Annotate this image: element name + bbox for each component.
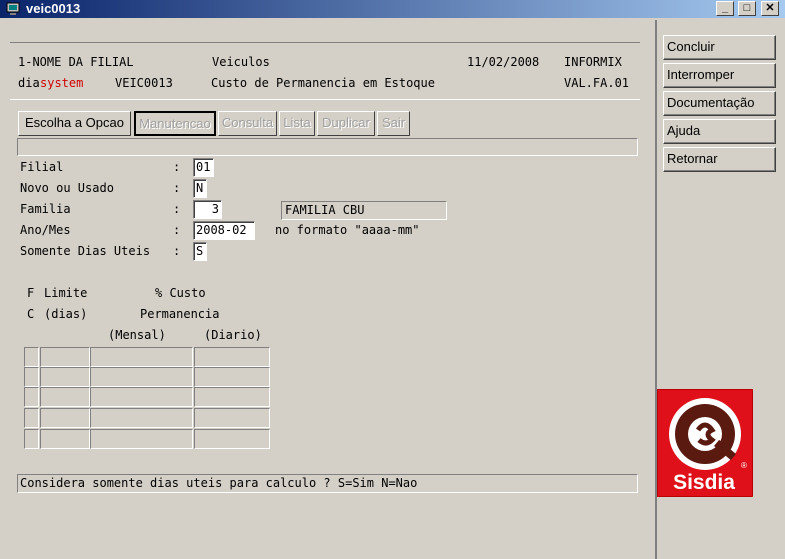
status-bar: Considera somente dias uteis para calcul… — [17, 474, 638, 493]
maximize-button[interactable]: □ — [738, 1, 756, 16]
concluir-button[interactable]: Concluir — [663, 35, 776, 60]
col-f-header: F — [27, 286, 35, 300]
novo-usado-input[interactable]: N — [193, 179, 207, 198]
ajuda-button[interactable]: Ajuda — [663, 119, 776, 144]
table-cell[interactable] — [90, 408, 193, 428]
table-cell[interactable] — [194, 347, 270, 367]
filial-name: 1-NOME DA FILIAL — [18, 55, 134, 69]
interromper-button[interactable]: Interromper — [663, 63, 776, 88]
table-cell[interactable] — [90, 367, 193, 387]
sisdia-logo-icon: Sisdia ® — [669, 398, 747, 494]
table-cell[interactable] — [194, 429, 270, 449]
col-dias-header: (dias) — [44, 307, 88, 321]
novo-usado-label: Novo ou Usado — [20, 181, 114, 195]
sair-button[interactable]: Sair — [377, 111, 410, 136]
table-cell[interactable] — [90, 429, 193, 449]
col-limite-header: Limite — [44, 286, 88, 300]
module-name: Veiculos — [212, 55, 270, 69]
table-cell[interactable] — [194, 408, 270, 428]
ano-mes-hint: no formato "aaaa-mm" — [275, 223, 420, 237]
program-description: Custo de Permanencia em Estoque — [211, 76, 435, 90]
sisdia-logo: Sisdia ® — [657, 389, 753, 497]
familia-input[interactable]: 3 — [193, 200, 222, 219]
familia-label: Familia — [20, 202, 71, 216]
table-cell[interactable] — [40, 408, 90, 428]
table-cell[interactable] — [24, 347, 39, 367]
database-name: INFORMIX — [564, 55, 622, 69]
colon: : — [173, 160, 181, 174]
table-cell[interactable] — [24, 408, 39, 428]
minimize-button[interactable]: _ — [716, 1, 734, 16]
message-bar — [17, 138, 638, 156]
table-cell[interactable] — [40, 387, 90, 407]
colon: : — [173, 223, 181, 237]
table-cell[interactable] — [24, 387, 39, 407]
brand-dia: dia — [18, 76, 40, 90]
lista-button[interactable]: Lista — [279, 111, 315, 136]
logo-text: Sisdia — [673, 471, 735, 494]
col-c-header: C — [27, 307, 35, 321]
close-button[interactable]: ✕ — [761, 1, 779, 16]
dias-uteis-label: Somente Dias Uteis — [20, 244, 151, 258]
table-cell[interactable] — [90, 387, 193, 407]
col-permanencia-header: Permanencia — [140, 307, 220, 321]
table-cell[interactable] — [194, 367, 270, 387]
manutencao-button[interactable]: Manutencao — [134, 111, 216, 136]
table-cell[interactable] — [40, 347, 90, 367]
ano-mes-input[interactable]: 2008-02 — [193, 221, 255, 240]
escolha-opcao-button[interactable]: Escolha a Opcao — [18, 111, 131, 136]
col-mensal-header: (Mensal) — [108, 328, 166, 342]
table-cell[interactable] — [194, 387, 270, 407]
brand-system: system — [40, 76, 84, 90]
consulta-button[interactable]: Consulta — [218, 111, 277, 136]
header-date: 11/02/2008 — [467, 55, 540, 69]
retornar-button[interactable]: Retornar — [663, 147, 776, 172]
col-diario-header: (Diario) — [204, 328, 262, 342]
dias-uteis-input[interactable]: S — [193, 242, 207, 261]
table-cell[interactable] — [24, 367, 39, 387]
duplicar-button[interactable]: Duplicar — [317, 111, 375, 136]
filial-label: Filial — [20, 160, 64, 174]
table-cell[interactable] — [40, 429, 90, 449]
familia-description: FAMILIA CBU — [281, 201, 447, 220]
window-title: veic0013 — [26, 1, 81, 16]
filial-input[interactable]: 01 — [193, 158, 214, 177]
program-code: VEIC0013 — [115, 76, 173, 90]
title-bar: veic0013 _ □ ✕ — [0, 0, 785, 18]
table-cell[interactable] — [90, 347, 193, 367]
table-cell[interactable] — [40, 367, 90, 387]
documentacao-button[interactable]: Documentação — [663, 91, 776, 116]
colon: : — [173, 181, 181, 195]
ano-mes-label: Ano/Mes — [20, 223, 71, 237]
table-cell[interactable] — [24, 429, 39, 449]
logo-registered: ® — [741, 461, 747, 470]
col-custo-header: % Custo — [155, 286, 206, 300]
program-version: VAL.FA.01 — [564, 76, 630, 90]
colon: : — [173, 244, 181, 258]
colon: : — [173, 202, 181, 216]
app-icon — [6, 2, 20, 15]
program-header: 1-NOME DA FILIAL Veiculos 11/02/2008 INF… — [10, 42, 640, 100]
